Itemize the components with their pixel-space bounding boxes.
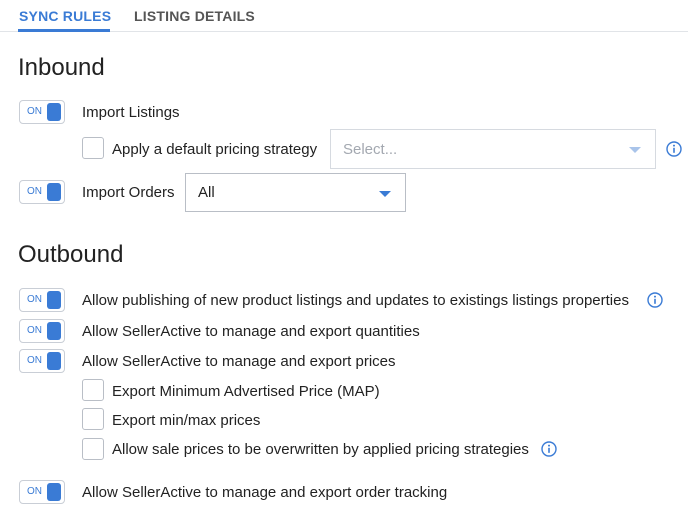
toggle-on-text: ON [27,355,42,366]
prices-label: Allow SellerActive to manage and export … [82,353,396,370]
minmax-checkbox[interactable] [82,408,104,430]
tab-bar: SYNC RULES LISTING DETAILS [0,0,688,32]
chevron-down-icon [379,191,391,197]
quantities-toggle[interactable]: ON [19,319,65,343]
import-orders-label: Import Orders [82,184,175,201]
import-orders-toggle[interactable]: ON [19,180,65,204]
toggle-on-text: ON [27,294,42,305]
toggle-knob [47,322,61,340]
inbound-heading: Inbound [18,54,105,81]
sale-prices-label: Allow sale prices to be overwritten by a… [112,441,529,458]
toggle-knob [47,183,61,201]
toggle-on-text: ON [27,325,42,336]
toggle-on-text: ON [27,186,42,197]
toggle-knob [47,352,61,370]
publishing-toggle[interactable]: ON [19,288,65,312]
toggle-on-text: ON [27,486,42,497]
import-listings-toggle[interactable]: ON [19,100,65,124]
order-tracking-label: Allow SellerActive to manage and export … [82,484,448,501]
pricing-strategy-placeholder: Select... [343,141,398,158]
publishing-label: Allow publishing of new product listings… [82,292,629,309]
chevron-down-icon [629,147,641,153]
map-checkbox[interactable] [82,379,104,401]
sale-prices-checkbox[interactable] [82,438,104,460]
toggle-knob [47,483,61,501]
import-listings-label: Import Listings [82,104,180,121]
pricing-strategy-select[interactable]: Select... [330,129,656,169]
tab-listing-details[interactable]: LISTING DETAILS [134,8,255,24]
info-icon[interactable] [666,141,682,157]
import-orders-value: All [198,184,215,201]
map-label: Export Minimum Advertised Price (MAP) [112,383,380,400]
info-icon[interactable] [647,292,663,308]
quantities-label: Allow SellerActive to manage and export … [82,323,420,340]
prices-toggle[interactable]: ON [19,349,65,373]
outbound-heading: Outbound [18,241,124,268]
info-icon[interactable] [541,441,557,457]
default-pricing-label: Apply a default pricing strategy [112,141,318,158]
order-tracking-toggle[interactable]: ON [19,480,65,504]
toggle-knob [47,103,61,121]
minmax-label: Export min/max prices [112,412,261,429]
default-pricing-checkbox[interactable] [82,137,104,159]
toggle-knob [47,291,61,309]
tab-sync-rules[interactable]: SYNC RULES [19,8,111,24]
import-orders-select[interactable]: All [185,173,406,212]
toggle-on-text: ON [27,106,42,117]
active-tab-indicator [18,29,110,32]
